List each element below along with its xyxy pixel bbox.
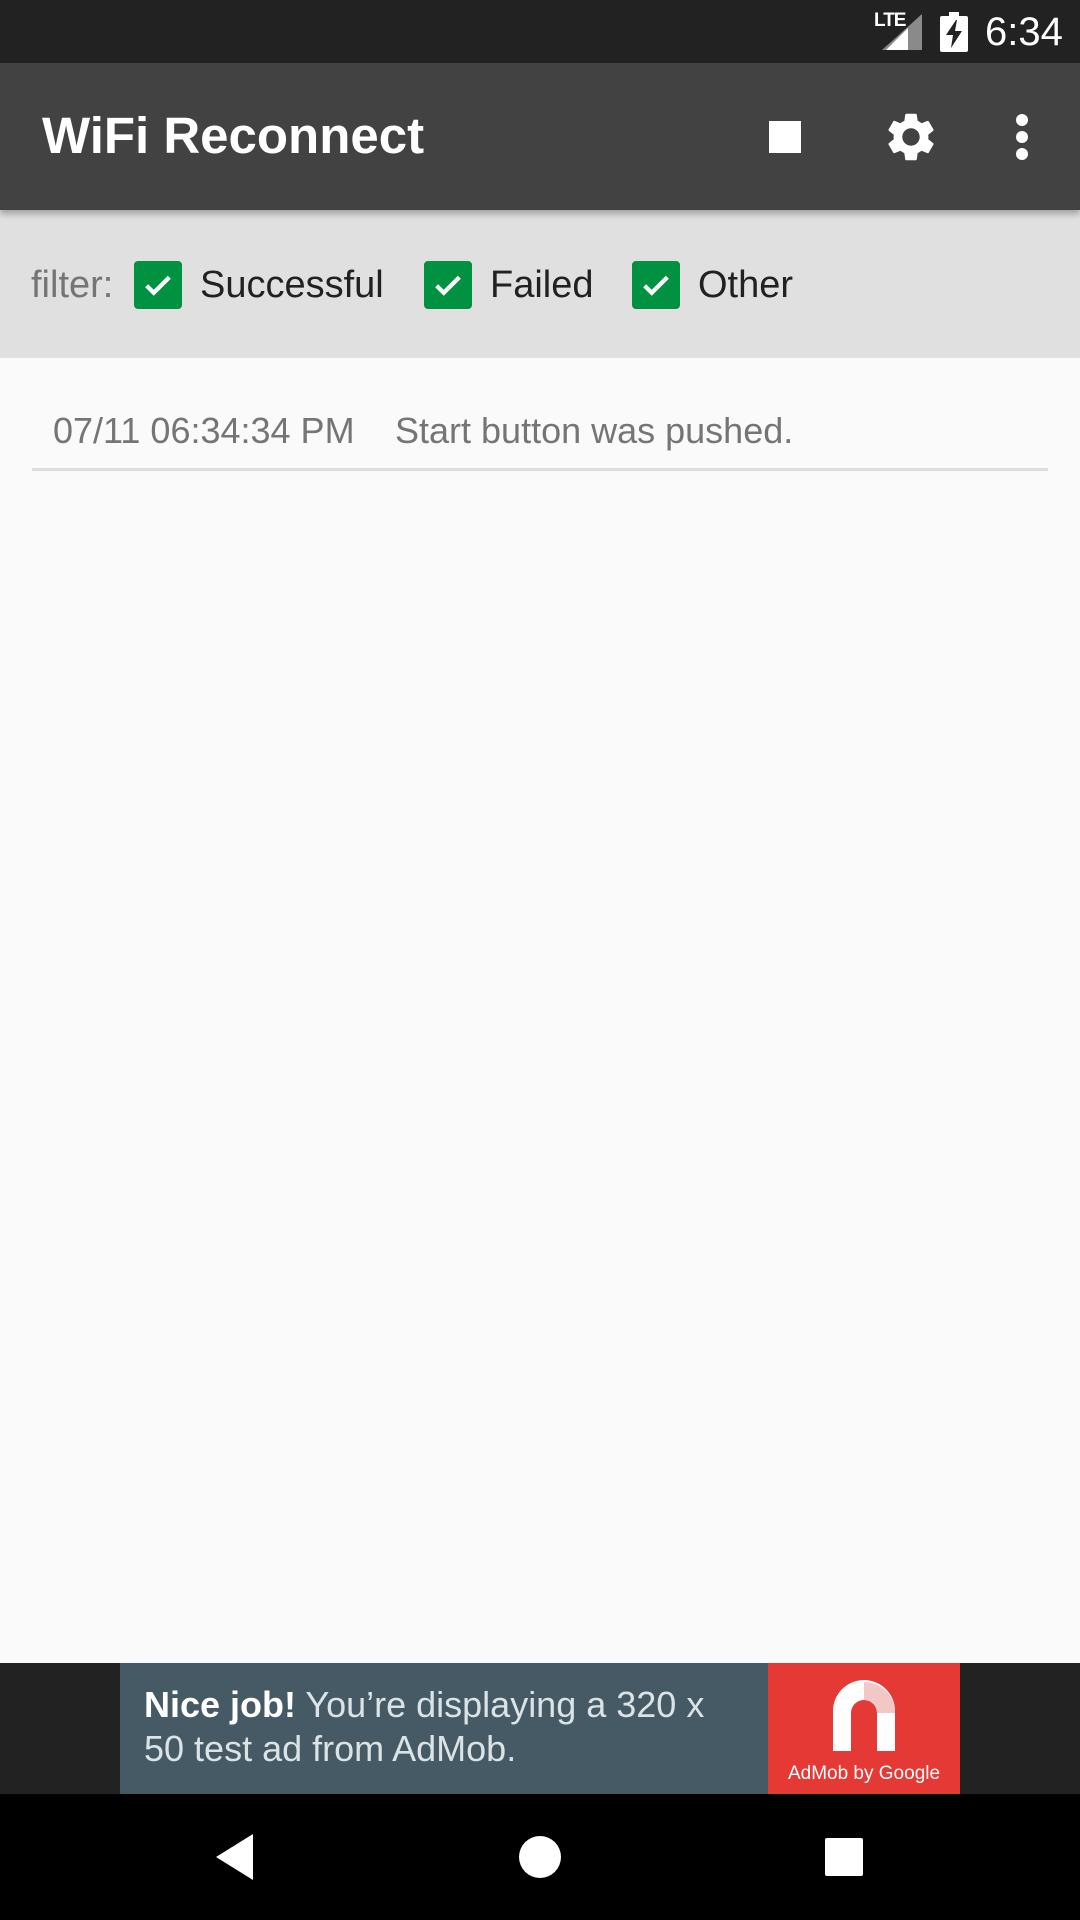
filter-checkbox-successful[interactable]: Successful <box>134 260 384 310</box>
overflow-menu-button[interactable] <box>978 93 1066 181</box>
battery-charging-icon <box>940 12 968 52</box>
home-button[interactable] <box>496 1813 584 1901</box>
ad-headline-bold: Nice job! <box>144 1684 297 1725</box>
lte-signal-icon <box>882 14 922 50</box>
recents-button[interactable] <box>800 1813 888 1901</box>
filter-label: filter: <box>31 264 114 306</box>
back-button[interactable] <box>191 1813 279 1901</box>
checkbox-checked-icon <box>134 261 182 309</box>
back-triangle-icon <box>216 1834 253 1880</box>
filter-label-other: Other <box>698 264 794 306</box>
stop-button[interactable] <box>741 93 829 181</box>
app-title: WiFi Reconnect <box>42 107 425 164</box>
log-entry-message: Start button was pushed. <box>395 410 794 451</box>
ad-container: Nice job! You’re displaying a 320 x 50 t… <box>0 1663 1080 1794</box>
checkbox-checked-icon <box>632 261 680 309</box>
gear-icon <box>888 113 934 161</box>
admob-test-ad-banner[interactable]: Nice job! You’re displaying a 320 x 50 t… <box>120 1663 960 1794</box>
filter-label-successful: Successful <box>200 264 384 306</box>
status-time: 6:34 <box>985 10 1063 54</box>
filter-checkbox-other[interactable]: Other <box>632 260 793 310</box>
log-list[interactable]: 07/11 06:34:34 PM Start button was pushe… <box>0 358 1080 1663</box>
screen: LTE 6:34 WiFi Reconnect filter: Successf… <box>0 0 1080 1920</box>
app-bar: WiFi Reconnect <box>0 63 1080 210</box>
filter-bar: filter: Successful Failed Other <box>0 210 1080 358</box>
more-vert-icon <box>1016 114 1028 160</box>
ad-headline: Nice job! You’re displaying a 320 x 50 t… <box>144 1683 744 1771</box>
admob-logo-block: AdMob by Google <box>768 1663 960 1794</box>
admob-logo-text: AdMob by Google <box>787 1763 941 1784</box>
filter-checkbox-failed[interactable]: Failed <box>424 260 594 310</box>
stop-icon <box>769 121 801 153</box>
navigation-bar <box>0 1794 1080 1920</box>
checkbox-checked-icon <box>424 261 472 309</box>
status-bar: LTE 6:34 <box>0 0 1080 63</box>
filter-label-failed: Failed <box>490 264 594 306</box>
home-circle-icon <box>519 1836 561 1878</box>
recents-square-icon <box>825 1838 863 1876</box>
admob-logo-icon <box>833 1680 895 1751</box>
log-entry-time: 07/11 06:34:34 PM <box>53 410 355 451</box>
settings-button[interactable] <box>867 93 955 181</box>
log-entry[interactable]: 07/11 06:34:34 PM Start button was pushe… <box>32 358 1048 471</box>
